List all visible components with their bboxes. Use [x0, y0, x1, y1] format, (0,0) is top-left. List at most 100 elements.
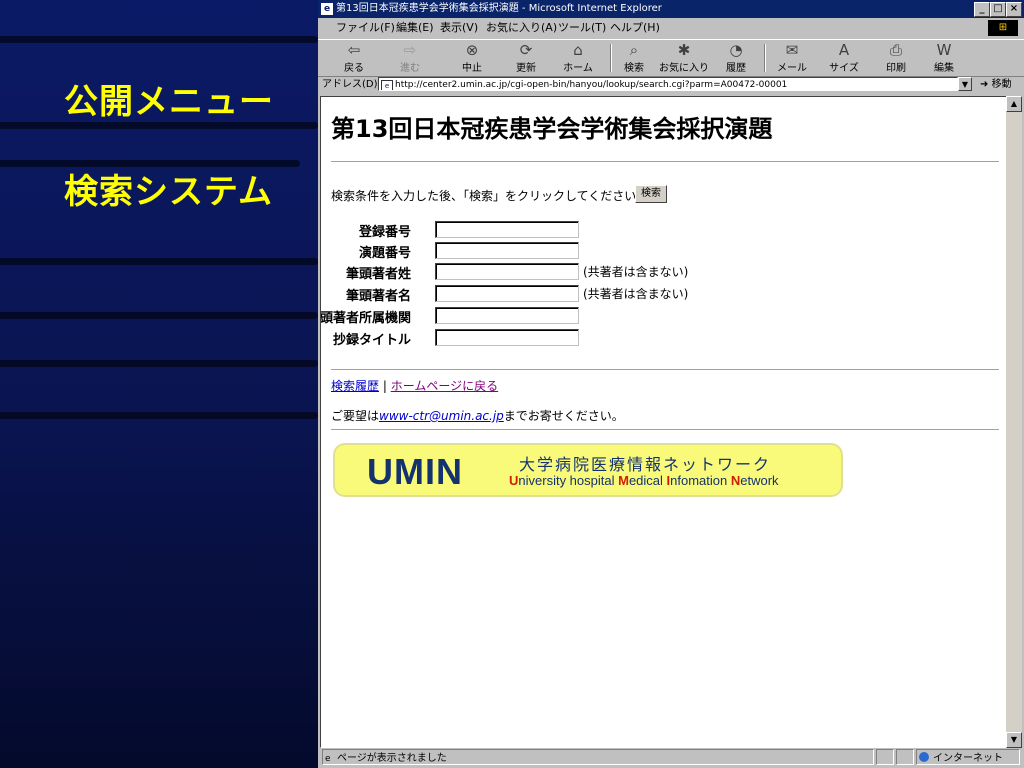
status-bar: e ページが表示されました インターネット: [318, 748, 1024, 768]
field-label: 抄録タイトル: [332, 333, 411, 348]
refresh-icon: ⟳: [519, 41, 533, 59]
close-button[interactable]: ×: [1006, 2, 1022, 17]
registration-number-input[interactable]: [435, 221, 579, 238]
page-content: 第13回日本冠疾患学会学術集会採択演題 検索条件を入力した後、「検索」をクリック…: [320, 96, 1008, 748]
contact-line: ご要望はwww-ctr@umin.ac.jpまでお寄せください。: [331, 407, 624, 424]
contact-suffix: までお寄せください。: [503, 409, 624, 423]
status-cell: [896, 749, 914, 765]
search-button[interactable]: 検索: [635, 185, 667, 203]
toolbar-favorites-button[interactable]: ✱ お気に入り: [658, 41, 710, 75]
print-icon: ⎙: [889, 41, 902, 59]
search-instruction: 検索条件を入力した後、「検索」をクリックしてください。: [331, 189, 649, 203]
search-icon: ⌕: [629, 41, 639, 59]
decorative-stripe: [0, 36, 318, 43]
contact-email-link[interactable]: www-ctr@umin.ac.jp: [379, 409, 504, 423]
go-arrow-icon: ➜: [980, 79, 989, 90]
globe-icon: [919, 752, 929, 762]
window-title: 第13回日本冠疾患学会学術集会採択演題 - Microsoft Internet…: [336, 3, 662, 14]
field-label: 筆頭著者名: [345, 289, 411, 304]
back-arrow-icon: ⇦: [347, 41, 361, 59]
address-bar: アドレス(D) e http://center2.umin.ac.jp/cgi-…: [318, 76, 1024, 94]
umin-english-name: University hospital Medical Infomation N…: [509, 473, 779, 488]
search-history-link[interactable]: 検索履歴: [331, 379, 379, 393]
first-author-surname-input[interactable]: [435, 263, 579, 280]
abstract-title-input[interactable]: [435, 329, 579, 346]
divider: [331, 369, 999, 371]
page-icon: e: [381, 80, 393, 90]
browser-window: e 第13回日本冠疾患学会学術集会採択演題 - Microsoft Intern…: [318, 0, 1024, 768]
toolbar-refresh-button[interactable]: ⟳ 更新: [500, 41, 552, 75]
decorative-stripe: [0, 122, 318, 129]
form-row-first-author-surname: 筆頭著者姓 (共著者は含まない): [321, 262, 1001, 282]
divider: [331, 429, 999, 431]
decorative-stripe: [0, 360, 318, 367]
toolbar-history-button[interactable]: ◔ 履歴: [710, 41, 762, 75]
field-note: (共著者は含まない): [583, 265, 689, 279]
toolbar-edit-button[interactable]: W 編集: [918, 41, 970, 75]
form-row-first-author-affiliation: 筆頭著者所属機関: [320, 306, 1001, 326]
address-url: http://center2.umin.ac.jp/cgi-open-bin/h…: [395, 80, 788, 90]
divider: [331, 161, 999, 163]
toolbar-back-button[interactable]: ⇦ 戻る: [328, 41, 380, 75]
contact-prefix: ご要望は: [331, 409, 380, 423]
toolbar-mail-button[interactable]: ✉ メール: [766, 41, 818, 75]
scroll-down-button[interactable]: ▼: [1006, 732, 1022, 748]
toolbar-search-button[interactable]: ⌕ 検索: [608, 41, 660, 75]
form-row-registration-number: 登録番号: [321, 220, 1001, 240]
toolbar-print-button[interactable]: ⎙ 印刷: [870, 41, 922, 75]
toolbar-size-button[interactable]: A サイズ: [818, 41, 870, 75]
vertical-scrollbar[interactable]: ▲ ▼: [1006, 96, 1022, 748]
status-cell: [876, 749, 894, 765]
link-separator: |: [382, 379, 387, 393]
favorites-icon: ✱: [677, 41, 691, 59]
field-label: 登録番号: [358, 225, 411, 240]
umin-banner[interactable]: UMIN 大学病院医療情報ネットワーク University hospital …: [335, 445, 841, 495]
field-label: 筆頭著者所属機関: [320, 311, 411, 326]
edit-icon: W: [936, 41, 952, 59]
footer-links: 検索履歴 | ホームページに戻る: [331, 377, 498, 394]
font-size-icon: A: [838, 41, 850, 59]
field-note: (共著者は含まない): [583, 287, 689, 301]
abstract-number-input[interactable]: [435, 242, 579, 259]
home-page-link[interactable]: ホームページに戻る: [391, 379, 498, 393]
first-author-given-name-input[interactable]: [435, 285, 579, 302]
form-row-abstract-number: 演題番号: [321, 241, 1001, 261]
home-icon: ⌂: [573, 41, 583, 59]
menu-edit[interactable]: 編集(E): [396, 18, 434, 38]
address-input[interactable]: e http://center2.umin.ac.jp/cgi-open-bin…: [378, 77, 958, 91]
first-author-affiliation-input[interactable]: [435, 307, 579, 324]
status-text: e ページが表示されました: [322, 749, 874, 765]
minimize-button[interactable]: _: [974, 2, 990, 17]
forward-arrow-icon: ⇨: [403, 41, 417, 59]
menu-help[interactable]: ヘルプ(H): [610, 18, 660, 38]
slide-title-line1: 公開メニュー: [64, 82, 274, 122]
go-button[interactable]: ➜ 移動: [980, 76, 1012, 94]
history-icon: ◔: [729, 41, 743, 59]
address-dropdown-button[interactable]: ▼: [958, 77, 972, 91]
menu-view[interactable]: 表示(V): [440, 18, 478, 38]
menu-tools[interactable]: ツール(T): [558, 18, 606, 38]
scroll-up-button[interactable]: ▲: [1006, 96, 1022, 112]
field-label: 筆頭著者姓: [345, 267, 411, 282]
menu-file[interactable]: ファイル(F): [336, 18, 395, 38]
toolbar-forward-button[interactable]: ⇨ 進む: [384, 41, 436, 75]
maximize-button[interactable]: □: [990, 2, 1006, 17]
ie-page-icon: e: [321, 3, 333, 15]
toolbar-stop-button[interactable]: ⊗ 中止: [446, 41, 498, 75]
decorative-stripe: [0, 412, 318, 419]
menu-favorites[interactable]: お気に入り(A): [486, 18, 557, 38]
menu-bar: ファイル(F) 編集(E) 表示(V) お気に入り(A) ツール(T) ヘルプ(…: [318, 18, 1024, 38]
form-row-abstract-title: 抄録タイトル: [321, 328, 1001, 348]
umin-japanese-name: 大学病院医療情報ネットワーク: [519, 455, 772, 474]
form-row-first-author-given-name: 筆頭著者名 (共著者は含まない): [321, 284, 1001, 304]
page-loaded-icon: e: [325, 754, 331, 764]
decorative-stripe: [0, 312, 318, 319]
decorative-stripe: [0, 258, 318, 265]
address-label: アドレス(D): [322, 79, 378, 90]
windows-logo-icon: ⊞: [988, 20, 1018, 36]
toolbar-home-button[interactable]: ⌂ ホーム: [552, 41, 604, 75]
mail-icon: ✉: [785, 41, 799, 59]
page-title: 第13回日本冠疾患学会学術集会採択演題: [331, 115, 773, 143]
stop-icon: ⊗: [465, 41, 479, 59]
window-titlebar[interactable]: e 第13回日本冠疾患学会学術集会採択演題 - Microsoft Intern…: [318, 0, 1024, 18]
